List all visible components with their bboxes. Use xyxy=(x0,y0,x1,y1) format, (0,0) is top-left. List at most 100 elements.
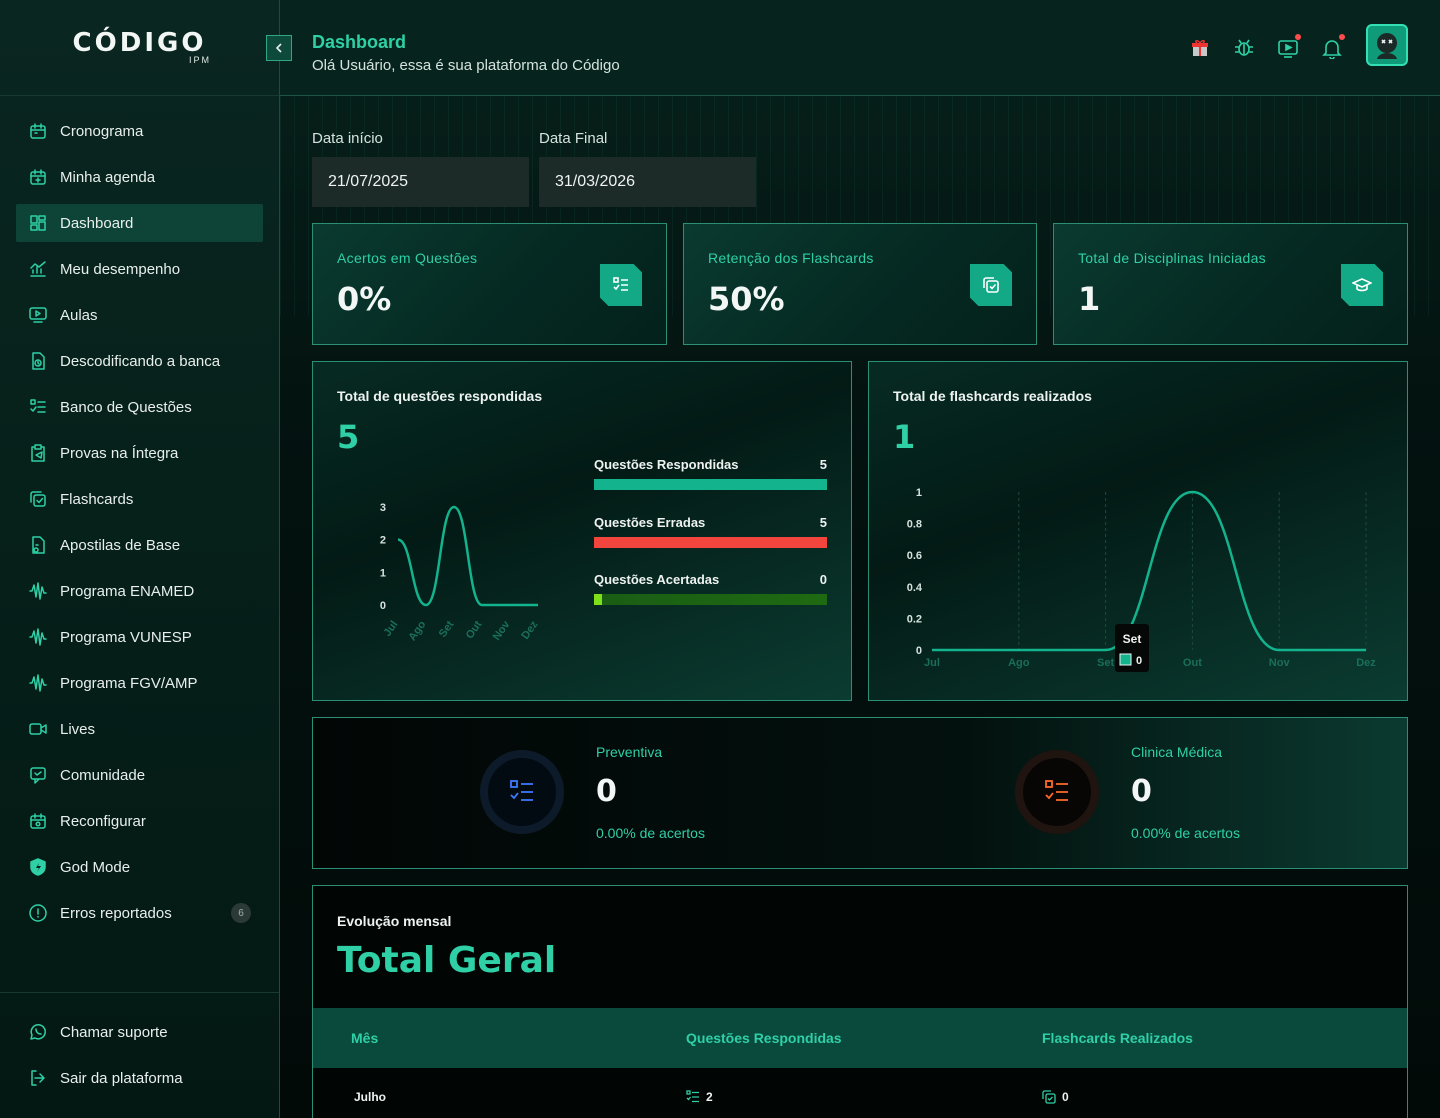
y-tick-label: 0.6 xyxy=(907,550,922,562)
stat-label: Total de Disciplinas Iniciadas xyxy=(1078,250,1266,266)
nav-item-label: Aulas xyxy=(60,306,98,324)
bug-report-button[interactable] xyxy=(1232,36,1256,60)
chart-icon xyxy=(28,259,48,279)
sidebar-item-programa-fgv-amp[interactable]: Programa FGV/AMP xyxy=(16,664,263,702)
logo[interactable]: CÓDIGO IPM xyxy=(0,0,279,96)
nav-item-label: Programa FGV/AMP xyxy=(60,674,198,692)
nav-item-label: Meu desempenho xyxy=(60,260,181,278)
sidebar-item-programa-enamed[interactable]: Programa ENAMED xyxy=(16,572,263,610)
avatar[interactable] xyxy=(1366,24,1408,66)
page-subtitle: Olá Usuário, essa é sua plataforma do Có… xyxy=(312,57,620,74)
stat-card-flashcards: Retenção dos Flashcards 50% xyxy=(683,223,1037,345)
nav-item-label: God Mode xyxy=(60,858,131,876)
page-title: Dashboard xyxy=(312,32,407,52)
sidebar-item-comunidade[interactable]: Comunidade xyxy=(16,756,263,794)
sidebar-item-programa-vunesp[interactable]: Programa VUNESP xyxy=(16,618,263,656)
start-date-input[interactable]: 21/07/2025 xyxy=(312,157,529,207)
sidebar-nav: Cronograma Minha agenda Dashboard Meu desem… xyxy=(0,96,279,932)
column-header-flashcards[interactable]: Flashcards Realizados xyxy=(1042,1030,1193,1046)
y-tick-label: 0 xyxy=(916,645,922,657)
collapse-sidebar-button[interactable] xyxy=(266,35,292,61)
nav-item-label: Chamar suporte xyxy=(60,1023,168,1041)
flashcards-count: 0 xyxy=(1062,1090,1069,1104)
sidebar-bottom-item-sair-da-plataforma[interactable]: Sair da plataforma xyxy=(16,1059,263,1097)
start-date-label: Data início xyxy=(312,130,383,147)
logout-icon xyxy=(28,1068,48,1088)
progress-bar-row: Questões Acertadas 0 xyxy=(594,572,827,605)
calendar-icon xyxy=(28,121,48,141)
book-icon xyxy=(28,535,48,555)
calendar-plus-icon xyxy=(28,167,48,187)
stat-card-acertos: Acertos em Questões 0% xyxy=(312,223,667,345)
column-header-month[interactable]: Mês xyxy=(351,1030,378,1046)
subject-name: Preventiva xyxy=(596,744,663,760)
tv-icon xyxy=(1278,40,1298,58)
column-header-questions[interactable]: Questões Respondidas xyxy=(686,1030,842,1046)
x-tick-label: Nov xyxy=(1269,657,1291,669)
series-line xyxy=(932,490,1366,652)
subject-value: 0 xyxy=(596,774,617,809)
nav-item-label: Programa VUNESP xyxy=(60,628,192,646)
list-check-icon xyxy=(686,1090,699,1103)
bar-label-value: 0 xyxy=(819,572,827,587)
sidebar-bottom-item-chamar-suporte[interactable]: Chamar suporte xyxy=(16,1013,263,1051)
sidebar-item-banco-de-questões[interactable]: Banco de Questões xyxy=(16,388,263,426)
bar-label-value: 5 xyxy=(819,514,827,530)
cards-icon xyxy=(970,264,1012,306)
sidebar-item-apostilas-de-base[interactable]: Apostilas de Base xyxy=(16,526,263,564)
y-tick-label: 2 xyxy=(380,535,386,547)
x-tick-label: Nov xyxy=(491,618,513,643)
nav-item-label: Cronograma xyxy=(60,122,144,140)
nav-item-label: Provas na Íntegra xyxy=(60,444,179,462)
sidebar-item-descodificando-a-banca[interactable]: Descodificando a banca xyxy=(16,342,263,380)
main-content: Data início 21/07/2025 Data Final 31/03/… xyxy=(280,96,1440,1118)
sidebar-item-aulas[interactable]: Aulas xyxy=(16,296,263,334)
progress-bar-row: Questões Respondidas 5 xyxy=(594,457,827,490)
wave-icon xyxy=(28,581,48,601)
alert-icon xyxy=(28,903,48,923)
notifications-button[interactable] xyxy=(1320,34,1345,60)
y-tick-label: 0.8 xyxy=(907,519,922,531)
x-tick-label: Set xyxy=(1097,657,1114,669)
gift-button[interactable] xyxy=(1188,36,1212,60)
subject-percent: 0.00% de acertos xyxy=(1131,825,1240,841)
x-tick-label: Dez xyxy=(519,618,540,641)
sidebar-item-flashcards[interactable]: Flashcards xyxy=(16,480,263,518)
tv-button[interactable] xyxy=(1276,34,1301,60)
sidebar-item-provas-na-íntegra[interactable]: Provas na Íntegra xyxy=(16,434,263,472)
sidebar-item-meu-desempenho[interactable]: Meu desempenho xyxy=(16,250,263,288)
x-tick-label: Out xyxy=(1183,657,1202,669)
camera-icon xyxy=(28,719,48,739)
nav-item-label: Erros reportados xyxy=(60,904,172,922)
progress-bar-fill xyxy=(594,594,602,605)
sidebar-item-minha-agenda[interactable]: Minha agenda xyxy=(16,158,263,196)
x-tick-label: Set xyxy=(437,619,457,640)
logo-text: CÓDIGO xyxy=(72,28,207,58)
table-header: Mês Questões Respondidas Flashcards Real… xyxy=(313,1008,1407,1068)
nav-item-label: Descodificando a banca xyxy=(60,352,221,370)
bug-icon xyxy=(1235,39,1253,56)
sidebar-item-god-mode[interactable]: God Mode xyxy=(16,848,263,886)
nav-item-label: Reconfigurar xyxy=(60,812,146,830)
nav-item-label: Programa ENAMED xyxy=(60,582,195,600)
message-icon xyxy=(28,765,48,785)
x-tick-label: Out xyxy=(464,619,485,642)
sidebar-item-cronograma[interactable]: Cronograma xyxy=(16,112,263,150)
progress-bar xyxy=(594,479,827,490)
x-tick-label: Ago xyxy=(406,619,428,644)
sidebar-item-erros-reportados[interactable]: Erros reportados 6 xyxy=(16,894,263,932)
y-tick-label: 1 xyxy=(916,487,922,499)
sidebar-item-dashboard[interactable]: Dashboard xyxy=(16,204,263,242)
nav-item-label: Lives xyxy=(60,720,96,738)
header-actions xyxy=(1168,24,1408,66)
end-date-input[interactable]: 31/03/2026 xyxy=(539,157,756,207)
x-tick-label: Jul xyxy=(382,619,401,639)
sidebar-item-lives[interactable]: Lives xyxy=(16,710,263,748)
subject-value: 0 xyxy=(1131,774,1152,809)
header: Dashboard Olá Usuário, essa é sua plataf… xyxy=(266,0,1440,96)
y-tick-label: 3 xyxy=(380,502,386,514)
list-check-icon xyxy=(28,397,48,417)
progress-bar xyxy=(594,594,827,605)
whatsapp-icon xyxy=(28,1022,48,1042)
sidebar-item-reconfigurar[interactable]: Reconfigurar xyxy=(16,802,263,840)
